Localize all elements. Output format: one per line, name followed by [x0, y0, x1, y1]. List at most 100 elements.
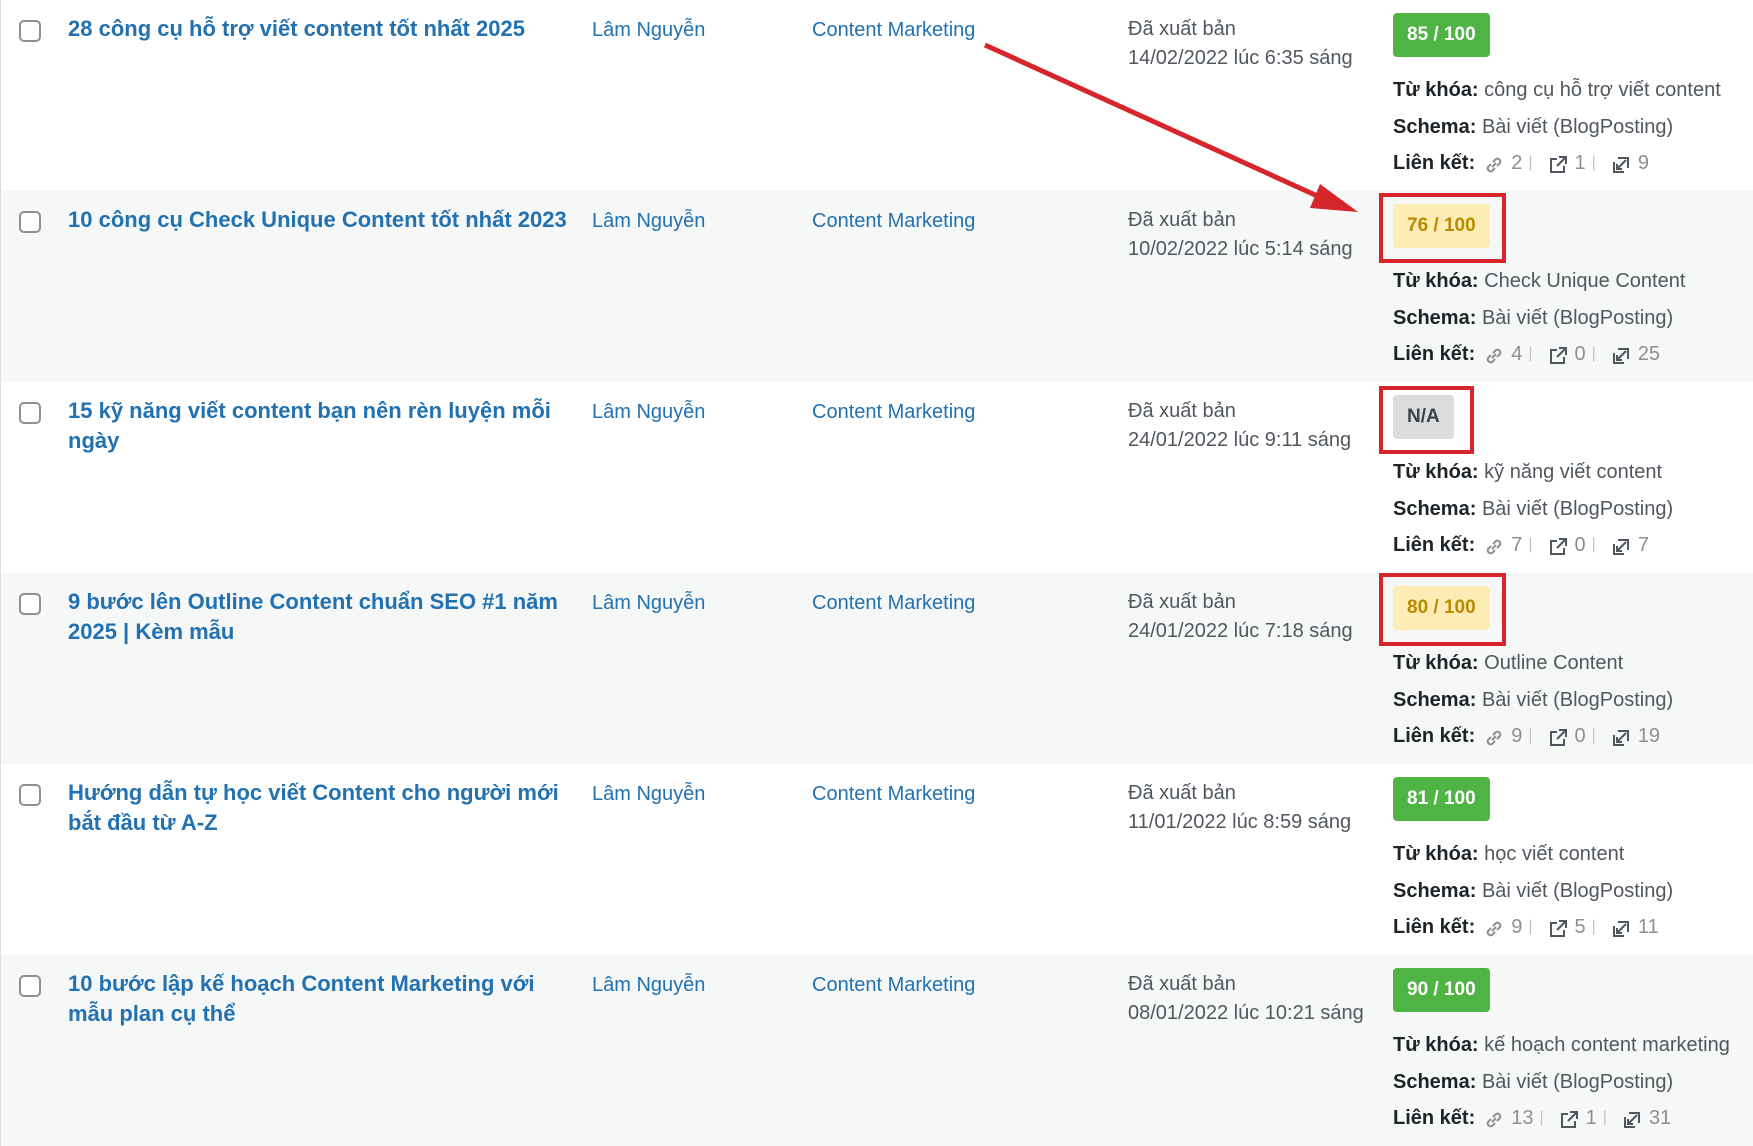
row-checkbox[interactable] [19, 402, 41, 424]
schema-value: Bài viết (BlogPosting) [1481, 115, 1674, 138]
link-counts: Liên kết: 2 | 1 | 9 [1393, 145, 1721, 182]
keyword-value: công cụ hỗ trợ viết content [1484, 79, 1721, 101]
separator: | [1591, 345, 1596, 362]
publish-date: 11/01/2022 lúc 8:59 sáng [1128, 811, 1352, 833]
post-title-link[interactable]: 10 bước lập kế hoạch Content Marketing v… [68, 969, 568, 1029]
publish-date: 14/02/2022 lúc 6:35 sáng [1128, 47, 1353, 69]
post-status: Đã xuất bản 08/01/2022 lúc 10:21 sáng [1128, 970, 1364, 1028]
separator: | [1591, 727, 1596, 744]
incoming-link-count: 9 [1637, 152, 1649, 174]
status-label: Đã xuất bản [1128, 209, 1236, 231]
posts-table: 28 công cụ hỗ trợ viết content tốt nhất … [0, 0, 1753, 1146]
seo-score: 90 / 100 [1393, 968, 1490, 1012]
table-row: 15 kỹ năng viết content bạn nên rèn luyệ… [0, 382, 1753, 573]
external-link-count: 1 [1585, 1107, 1597, 1129]
incoming-link-icon [1621, 1107, 1643, 1129]
seo-score-badge[interactable]: 90 / 100 [1393, 968, 1490, 1012]
schema-type: Schema: Bài viết (BlogPosting) [1393, 1064, 1730, 1101]
category-link[interactable]: Content Marketing [812, 397, 975, 427]
post-title-link[interactable]: 28 công cụ hỗ trợ viết content tốt nhất … [68, 14, 568, 44]
post-title-link[interactable]: 9 bước lên Outline Content chuẩn SEO #1 … [68, 587, 568, 647]
category-link[interactable]: Content Marketing [812, 779, 975, 809]
author-link[interactable]: Lâm Nguyễn [592, 206, 705, 236]
category-link[interactable]: Content Marketing [812, 588, 975, 618]
seo-score: 81 / 100 [1393, 777, 1490, 821]
external-link-icon [1547, 534, 1569, 556]
row-checkbox[interactable] [19, 784, 41, 806]
internal-link-icon [1483, 916, 1505, 938]
seo-score-badge[interactable]: N/A [1393, 395, 1454, 439]
schema-type: Schema: Bài viết (BlogPosting) [1393, 491, 1673, 528]
keyword-label: Từ khóa: [1393, 79, 1479, 101]
post-title-link[interactable]: 10 công cụ Check Unique Content tốt nhất… [68, 205, 568, 235]
publish-date: 24/01/2022 lúc 7:18 sáng [1128, 620, 1353, 642]
author-link[interactable]: Lâm Nguyễn [592, 588, 705, 618]
internal-link-count: 9 [1511, 916, 1523, 938]
table-row: 10 bước lập kế hoạch Content Marketing v… [0, 955, 1753, 1146]
internal-link-icon [1483, 534, 1505, 556]
internal-link-count: 2 [1511, 152, 1523, 174]
external-link-count: 1 [1574, 152, 1586, 174]
row-checkbox[interactable] [19, 20, 41, 42]
external-link-count: 0 [1574, 725, 1586, 747]
links-label: Liên kết: [1393, 152, 1476, 174]
schema-value: Bài viết (BlogPosting) [1481, 306, 1674, 329]
author-link[interactable]: Lâm Nguyễn [592, 397, 705, 427]
keyword-value: kỹ năng viết content [1484, 461, 1663, 483]
table-row: 28 công cụ hỗ trợ viết content tốt nhất … [0, 0, 1753, 191]
separator: | [1591, 536, 1596, 553]
row-checkbox[interactable] [19, 211, 41, 233]
post-title-link[interactable]: 15 kỹ năng viết content bạn nên rèn luyệ… [68, 396, 568, 456]
separator: | [1602, 1109, 1607, 1126]
status-label: Đã xuất bản [1128, 782, 1236, 804]
focus-keyword: Từ khóa: Check Unique Content [1393, 263, 1685, 300]
row-checkbox[interactable] [19, 593, 41, 615]
status-label: Đã xuất bản [1128, 973, 1236, 995]
post-title-link[interactable]: Hướng dẫn tự học viết Content cho người … [68, 778, 568, 838]
author-link[interactable]: Lâm Nguyễn [592, 15, 705, 45]
schema-type: Schema: Bài viết (BlogPosting) [1393, 109, 1721, 146]
focus-keyword: Từ khóa: Outline Content [1393, 645, 1673, 682]
separator: | [1528, 727, 1533, 744]
keyword-value: kế hoạch content marketing [1484, 1034, 1730, 1056]
seo-score-badge[interactable]: 85 / 100 [1393, 13, 1490, 57]
seo-meta: Từ khóa: kỹ năng viết content Schema: Bà… [1393, 454, 1673, 564]
seo-score-badge[interactable]: 76 / 100 [1393, 204, 1490, 248]
separator: | [1528, 918, 1533, 935]
separator: | [1528, 536, 1533, 553]
author-link[interactable]: Lâm Nguyễn [592, 779, 705, 809]
seo-meta: Từ khóa: kế hoạch content marketing Sche… [1393, 1027, 1730, 1137]
schema-label: Schema: [1393, 306, 1477, 329]
external-link-count: 0 [1574, 534, 1586, 556]
external-link-icon [1547, 152, 1569, 174]
category-link[interactable]: Content Marketing [812, 970, 975, 1000]
schema-type: Schema: Bài viết (BlogPosting) [1393, 873, 1673, 910]
focus-keyword: Từ khóa: kế hoạch content marketing [1393, 1027, 1730, 1064]
schema-type: Schema: Bài viết (BlogPosting) [1393, 682, 1673, 719]
keyword-value: Check Unique Content [1484, 270, 1686, 292]
link-counts: Liên kết: 13 | 1 | 31 [1393, 1100, 1730, 1137]
category-link[interactable]: Content Marketing [812, 15, 975, 45]
category-link[interactable]: Content Marketing [812, 206, 975, 236]
table-row: Hướng dẫn tự học viết Content cho người … [0, 764, 1753, 955]
schema-type: Schema: Bài viết (BlogPosting) [1393, 300, 1685, 337]
post-status: Đã xuất bản 24/01/2022 lúc 7:18 sáng [1128, 588, 1353, 646]
internal-link-count: 7 [1511, 534, 1523, 556]
links-label: Liên kết: [1393, 534, 1476, 556]
external-link-icon [1547, 725, 1569, 747]
schema-value: Bài viết (BlogPosting) [1481, 879, 1674, 902]
seo-score: 80 / 100 [1393, 586, 1490, 630]
incoming-link-count: 31 [1648, 1107, 1672, 1129]
internal-link-count: 9 [1511, 725, 1523, 747]
author-link[interactable]: Lâm Nguyễn [592, 970, 705, 1000]
keyword-label: Từ khóa: [1393, 1034, 1479, 1056]
link-counts: Liên kết: 4 | 0 | 25 [1393, 336, 1685, 373]
seo-score-badge[interactable]: 80 / 100 [1393, 586, 1490, 630]
publish-date: 24/01/2022 lúc 9:11 sáng [1128, 429, 1352, 451]
row-checkbox[interactable] [19, 975, 41, 997]
seo-score-badge[interactable]: 81 / 100 [1393, 777, 1490, 821]
links-label: Liên kết: [1393, 1107, 1476, 1129]
post-status: Đã xuất bản 10/02/2022 lúc 5:14 sáng [1128, 206, 1353, 264]
schema-label: Schema: [1393, 688, 1477, 711]
separator: | [1528, 154, 1533, 171]
